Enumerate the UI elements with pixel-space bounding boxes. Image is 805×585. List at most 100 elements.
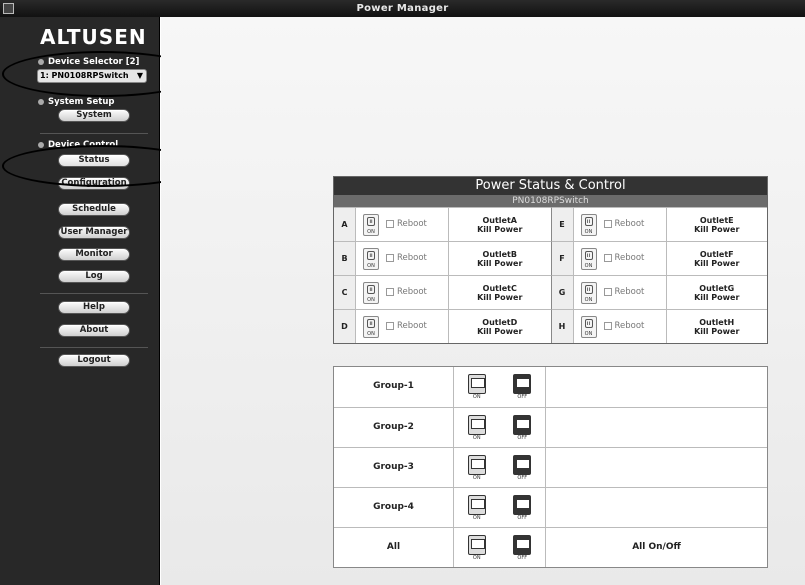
outlet-power-toggle[interactable]: ıı ON [356, 276, 386, 309]
user-manager-button[interactable]: User Manager [58, 226, 130, 239]
group-off-switch-icon[interactable]: OFF [513, 374, 532, 400]
outlet-row: D ıı ON Reboot OutletD Kill Power [334, 309, 551, 343]
schedule-button[interactable]: Schedule [58, 203, 130, 216]
system-button[interactable]: System [58, 109, 130, 122]
reboot-checkbox[interactable]: Reboot [386, 242, 448, 275]
outlet-row: G ıı ON Reboot OutletG Kill Power [550, 275, 768, 309]
outlet-row: B ıı ON Reboot OutletB Kill Power [334, 241, 551, 275]
group-switches: ON OFF [454, 448, 546, 487]
group-on-switch-icon[interactable]: ON [467, 454, 486, 481]
sidebar: ALTUSEN Device Selector [2] 1: PN0108RPS… [0, 17, 160, 585]
divider [40, 293, 148, 294]
group-name: Group-4 [334, 488, 454, 527]
reboot-checkbox[interactable]: Reboot [386, 208, 448, 241]
outlet-letter: E [551, 208, 574, 241]
power-socket-icon: ıı ON [363, 315, 379, 338]
group-row: All ON OFF All On/Off [334, 527, 767, 567]
power-socket-icon: ıı ON [580, 315, 597, 338]
outlet-name-kill[interactable]: OutletC Kill Power [448, 276, 551, 309]
monitor-button[interactable]: Monitor [58, 248, 130, 261]
outlet-grid: A ıı ON Reboot OutletA Kill Power B ıı ON R… [334, 207, 767, 343]
outlet-row: F ıı ON Reboot OutletF Kill Power [550, 241, 768, 275]
outlet-power-toggle[interactable]: ıı ON [356, 310, 386, 343]
power-socket-icon: ıı ON [580, 213, 597, 236]
group-extra [546, 367, 767, 407]
all-off-switch-icon[interactable]: OFF [513, 534, 532, 561]
configuration-button[interactable]: Configuration [58, 177, 130, 190]
group-on-switch-icon[interactable]: ON [467, 494, 486, 521]
divider [40, 347, 148, 348]
power-socket-icon: ıı ON [363, 213, 379, 236]
device-selector-dropdown[interactable]: 1: PN0108RPSwitch ▼ [37, 69, 147, 83]
window-close-box[interactable] [3, 3, 14, 14]
outlet-column-left: A ıı ON Reboot OutletA Kill Power B ıı ON R… [334, 207, 551, 343]
all-on-off-label: All On/Off [632, 542, 681, 552]
group-extra [546, 488, 767, 527]
group-row: Group-3 ON OFF [334, 447, 767, 487]
group-off-switch-icon[interactable]: OFF [513, 454, 532, 481]
group-switches: ON OFF [454, 528, 546, 567]
outlet-name-kill[interactable]: OutletG Kill Power [665, 276, 768, 309]
device-control-label: Device Control [38, 140, 118, 150]
outlet-letter: G [551, 276, 574, 309]
reboot-checkbox[interactable]: Reboot [386, 276, 448, 309]
status-led-icon [38, 58, 44, 65]
outlet-letter: D [334, 310, 356, 343]
status-button[interactable]: Status [58, 154, 130, 167]
outlet-power-toggle[interactable]: ıı ON [356, 208, 386, 241]
group-extra [546, 408, 767, 447]
group-switches: ON OFF [454, 408, 546, 447]
group-off-switch-icon[interactable]: OFF [513, 494, 532, 521]
reboot-checkbox[interactable]: Reboot [386, 310, 448, 343]
log-button[interactable]: Log [58, 270, 130, 283]
group-on-switch-icon[interactable]: ON [467, 374, 486, 400]
group-off-switch-icon[interactable]: OFF [513, 414, 532, 441]
status-led-icon [38, 141, 44, 148]
group-name: Group-3 [334, 448, 454, 487]
outlet-row: H ıı ON Reboot OutletH Kill Power [550, 309, 768, 343]
group-switches: ON OFF [454, 367, 546, 407]
outlet-row: E ıı ON Reboot OutletE Kill Power [550, 207, 768, 241]
reboot-checkbox[interactable]: Reboot [603, 242, 666, 275]
power-socket-icon: ıı ON [363, 281, 379, 304]
power-socket-icon: ıı ON [580, 247, 597, 270]
device-selector-label: Device Selector [2] [38, 57, 139, 67]
group-switches: ON OFF [454, 488, 546, 527]
power-socket-icon: ıı ON [363, 247, 379, 270]
reboot-checkbox[interactable]: Reboot [603, 310, 666, 343]
outlet-power-toggle[interactable]: ıı ON [574, 242, 604, 275]
outlet-name-kill[interactable]: OutletD Kill Power [448, 310, 551, 343]
window-title: Power Manager [356, 3, 449, 14]
group-on-switch-icon[interactable]: ON [467, 414, 486, 441]
outlet-power-toggle[interactable]: ıı ON [356, 242, 386, 275]
outlet-row: C ıı ON Reboot OutletC Kill Power [334, 275, 551, 309]
group-row: Group-4 ON OFF [334, 487, 767, 527]
about-button[interactable]: About [58, 324, 130, 337]
group-extra [546, 448, 767, 487]
panel-subtitle: PN0108RPSwitch [334, 195, 767, 207]
group-name: All [334, 528, 454, 567]
outlet-name-kill[interactable]: OutletA Kill Power [448, 208, 551, 241]
outlet-power-toggle[interactable]: ıı ON [574, 276, 604, 309]
status-led-icon [38, 98, 44, 105]
group-row: Group-2 ON OFF [334, 407, 767, 447]
group-control-table: Group-1 ON OFF Group-2 ON OFF Group-3 ON… [333, 366, 768, 568]
outlet-letter: B [334, 242, 356, 275]
reboot-checkbox[interactable]: Reboot [603, 208, 666, 241]
outlet-name-kill[interactable]: OutletB Kill Power [448, 242, 551, 275]
help-button[interactable]: Help [58, 301, 130, 314]
power-status-panel: Power Status & Control PN0108RPSwitch A … [333, 176, 768, 344]
outlet-power-toggle[interactable]: ıı ON [574, 310, 604, 343]
all-on-switch-icon[interactable]: ON [467, 534, 486, 561]
outlet-power-toggle[interactable]: ıı ON [574, 208, 604, 241]
outlet-letter: H [551, 310, 574, 343]
outlet-column-right: E ıı ON Reboot OutletE Kill Power F ıı ON R… [550, 207, 768, 343]
window-title-bar: Power Manager [0, 0, 805, 17]
group-name: Group-2 [334, 408, 454, 447]
outlet-name-kill[interactable]: OutletF Kill Power [665, 242, 768, 275]
outlet-name-kill[interactable]: OutletE Kill Power [665, 208, 768, 241]
system-setup-label: System Setup [38, 97, 114, 107]
reboot-checkbox[interactable]: Reboot [603, 276, 666, 309]
outlet-name-kill[interactable]: OutletH Kill Power [665, 310, 768, 343]
logout-button[interactable]: Logout [58, 354, 130, 367]
